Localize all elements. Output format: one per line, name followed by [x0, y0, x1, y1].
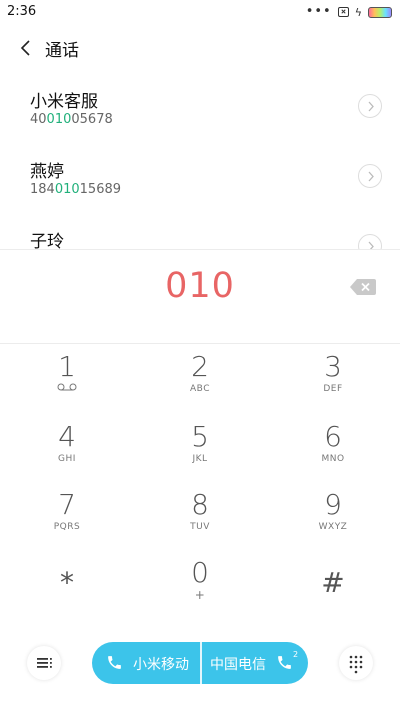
contact-number: 18401015689	[30, 182, 121, 197]
contact-name: 子玲	[30, 232, 64, 250]
key-7[interactable]: 7 PQRS	[2, 481, 132, 549]
number-entry: 010	[0, 249, 400, 344]
more-dots-icon: •••	[305, 4, 332, 19]
chevron-right-icon	[368, 171, 374, 182]
key-letters: JKL	[192, 454, 208, 464]
number-match: 010	[54, 182, 80, 197]
key-9[interactable]: 9 WXYZ	[268, 481, 398, 549]
key-digit: 6	[324, 420, 342, 453]
dialed-number: 010	[165, 266, 235, 306]
battery-icon	[368, 6, 392, 18]
status-time: 2:36	[7, 4, 37, 19]
number-match: 010	[46, 112, 72, 127]
backspace-icon[interactable]	[350, 279, 376, 299]
key-letters: PQRS	[53, 522, 81, 532]
number-prefix: 40	[30, 112, 47, 127]
key-digit: 0	[191, 556, 209, 589]
status-bar: 2:36 ••• ϟ	[0, 0, 400, 24]
key-letters: DEF	[323, 384, 343, 394]
key-digit: *	[60, 566, 74, 599]
contact-detail-button[interactable]	[358, 234, 382, 250]
key-hash[interactable]: #	[268, 549, 398, 617]
key-digit: 8	[191, 488, 209, 521]
key-letters: ABC	[190, 384, 210, 394]
key-digit: 1	[58, 350, 76, 383]
charging-bolt-icon: ϟ	[354, 5, 362, 19]
bottom-action-bar: 小米移动 中国电信 2	[0, 640, 400, 688]
contact-number: 4001005678	[30, 112, 113, 127]
number-prefix: 184	[30, 182, 55, 197]
call-sim1-button[interactable]: 小米移动	[92, 642, 200, 684]
sim2-badge: 2	[293, 650, 299, 659]
call-button-group: 小米移动 中国电信 2	[92, 642, 308, 684]
key-1[interactable]: 1	[2, 343, 132, 411]
key-letters: WXYZ	[318, 522, 348, 532]
list-item[interactable]: 小米客服 4001005678	[0, 72, 400, 142]
contact-detail-button[interactable]	[358, 94, 382, 118]
list-item[interactable]: 燕婷 18401015689	[0, 142, 400, 212]
phone-icon	[106, 654, 123, 675]
key-digit: 9	[324, 488, 342, 521]
key-0[interactable]: 0 +	[135, 549, 265, 617]
status-icons: ••• ϟ	[306, 5, 392, 19]
key-6[interactable]: 6 MNO	[268, 413, 398, 481]
voicemail-icon	[2, 383, 132, 395]
key-5[interactable]: 5 JKL	[135, 413, 265, 481]
contact-suggestion-list: 小米客服 4001005678 燕婷 18401015689 子玲	[0, 72, 400, 250]
list-item[interactable]: 子玲	[0, 212, 400, 250]
key-8[interactable]: 8 TUV	[135, 481, 265, 549]
page-title: 通话	[45, 41, 79, 61]
key-digit: 3	[324, 350, 342, 383]
chevron-left-icon[interactable]	[17, 38, 37, 58]
contact-detail-button[interactable]	[358, 164, 382, 188]
key-3[interactable]: 3 DEF	[268, 343, 398, 411]
phone-icon	[276, 654, 293, 675]
contact-name: 燕婷	[30, 162, 64, 182]
key-letters: +	[194, 588, 206, 602]
key-letters: GHI	[58, 454, 76, 464]
chevron-right-icon	[368, 101, 374, 112]
keypad-grid-icon[interactable]	[339, 646, 373, 680]
key-digit: 7	[58, 488, 76, 521]
key-2[interactable]: 2 ABC	[135, 343, 265, 411]
menu-list-icon[interactable]	[27, 646, 61, 680]
sim1-label: 小米移动	[133, 657, 189, 673]
sim2-label: 中国电信	[210, 657, 266, 673]
contact-name: 小米客服	[30, 92, 98, 112]
number-suffix: 15689	[79, 182, 122, 197]
key-letters: TUV	[190, 522, 210, 532]
key-star[interactable]: *	[2, 549, 132, 617]
nav-bar: 通话	[0, 32, 400, 64]
key-letters: MNO	[321, 454, 345, 464]
no-sim-icon	[337, 7, 349, 17]
number-suffix: 05678	[71, 112, 113, 127]
key-digit: #	[321, 566, 345, 599]
key-digit: 4	[58, 420, 76, 453]
key-4[interactable]: 4 GHI	[2, 413, 132, 481]
key-digit: 2	[191, 350, 209, 383]
key-digit: 5	[191, 420, 209, 453]
call-sim2-button[interactable]: 中国电信 2	[202, 642, 308, 684]
